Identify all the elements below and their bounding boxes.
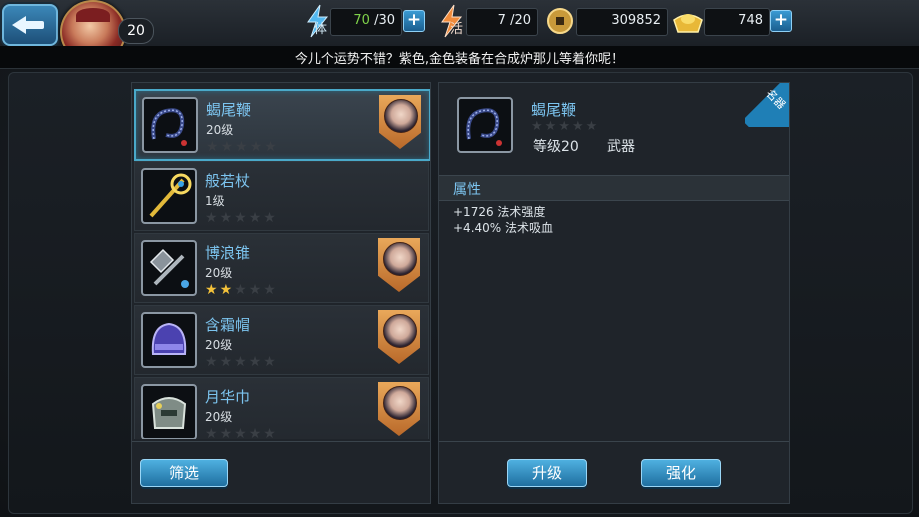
enhance-button[interactable]: 强化 [641, 459, 721, 487]
detail-type: 武器 [607, 139, 635, 155]
whip-icon [457, 97, 513, 153]
coin-box: 309852 [576, 8, 668, 36]
whip-icon [142, 97, 198, 153]
filter-button[interactable]: 筛选 [140, 459, 228, 487]
star-icon: ★ [205, 282, 220, 298]
mace-icon [141, 240, 197, 296]
add-gold-button[interactable]: + [770, 10, 792, 32]
star-icon: ★ [234, 282, 249, 298]
coin-icon [545, 6, 575, 40]
top-bar: 20 体 70 /30 + 活 7 /20 309852 748 + [0, 0, 919, 64]
rarity-label: 名器 [763, 86, 789, 112]
star-icon: ★ [220, 139, 236, 155]
star-rating: ★★★★★ [205, 282, 278, 298]
list-item[interactable]: 蝎尾鞭 20级 ★★★★★ [134, 89, 430, 161]
item-level: 20级 [205, 410, 233, 424]
attribute-line: +4.40% 法术吸血 [453, 221, 553, 235]
star-icon: ★ [263, 210, 278, 226]
equipment-detail-panel: 蝎尾鞭 ★★★★★ 等级20 武器 名器 属性 +1726 法术强度 +4.40… [438, 82, 790, 504]
coin-value: 309852 [611, 13, 661, 28]
equipment-list-panel: 蝎尾鞭 20级 ★★★★★ 般若杖 1级 ★★★★★ 博浪锥 20级 ★★★★★ 含霜帽 20级 ★★… [131, 82, 431, 504]
hero-portrait-badge [378, 382, 420, 436]
item-name: 蝎尾鞭 [206, 101, 252, 119]
list-item[interactable]: 博浪锥 20级 ★★★★★ [134, 233, 429, 303]
detail-level: 等级20 [533, 139, 579, 155]
star-icon: ★ [264, 139, 279, 155]
star-icon: ★ [219, 354, 235, 370]
hero-portrait-badge [379, 95, 421, 149]
stamina-label: 体 [314, 22, 328, 37]
star-icon: ★ [263, 282, 278, 298]
staff-icon [141, 168, 197, 224]
upgrade-button[interactable]: 升级 [507, 459, 587, 487]
attributes-header: 属性 [439, 175, 789, 201]
divider [132, 441, 430, 442]
item-name: 般若杖 [205, 172, 251, 190]
item-name: 含霜帽 [205, 316, 251, 334]
gold-value: 748 [738, 13, 763, 28]
hat-icon [141, 312, 197, 368]
star-icon: ★ [248, 354, 264, 370]
notice-banner: 今儿个运势不错？紫色,金色装备在合成炉那儿等着你呢！ [0, 46, 919, 69]
divider [439, 441, 789, 442]
list-item[interactable]: 月华巾 20级 ★★★★★ [134, 377, 429, 439]
star-icon: ★ [234, 426, 249, 439]
item-level: 1级 [205, 194, 225, 208]
item-name: 月华巾 [205, 388, 251, 406]
star-rating: ★★★★★ [205, 426, 278, 439]
item-level: 20级 [205, 266, 233, 280]
equipment-list[interactable]: 蝎尾鞭 20级 ★★★★★ 般若杖 1级 ★★★★★ 博浪锥 20级 ★★★★★ 含霜帽 20级 ★★… [132, 83, 430, 439]
star-icon: ★ [248, 426, 264, 439]
stamina-box: 70 /30 [330, 8, 402, 36]
star-icon: ★ [248, 210, 264, 226]
star-rating: ★★★★★ [206, 139, 279, 155]
back-button[interactable] [2, 4, 58, 46]
detail-name: 蝎尾鞭 [531, 101, 577, 119]
star-icon: ★ [219, 210, 235, 226]
item-level: 20级 [205, 338, 233, 352]
star-icon: ★ [234, 210, 249, 226]
hero-portrait-badge [378, 238, 420, 292]
star-icon: ★ [219, 426, 235, 439]
star-icon: ★ [263, 426, 278, 439]
vigor-label: 活 [450, 22, 464, 37]
add-stamina-button[interactable]: + [403, 10, 425, 32]
star-icon: ★ [235, 139, 250, 155]
star-rating: ★★★★★ [205, 354, 278, 370]
star-icon: ★ [248, 282, 264, 298]
star-rating: ★★★★★ [205, 210, 278, 226]
star-icon: ★ [206, 139, 221, 155]
helmet-icon [141, 384, 197, 439]
attribute-line: +1726 法术强度 [453, 205, 546, 219]
star-icon: ★ [205, 354, 220, 370]
star-icon: ★ [219, 282, 235, 298]
gold-ingot-icon [672, 6, 703, 40]
item-level: 20级 [206, 123, 234, 137]
star-icon: ★ [234, 354, 249, 370]
star-icon: ★ [263, 354, 278, 370]
hero-portrait-badge [378, 310, 420, 364]
detail-stars: ★★★★★ [531, 119, 600, 134]
list-item[interactable]: 含霜帽 20级 ★★★★★ [134, 305, 429, 375]
attributes-title: 属性 [453, 182, 481, 198]
star-icon: ★ [205, 426, 220, 439]
gold-box: 748 [704, 8, 770, 36]
vigor-value: 7 /20 [497, 13, 531, 28]
rarity-ribbon: 名器 [745, 83, 789, 127]
vigor-box: 7 /20 [466, 8, 538, 36]
list-item[interactable]: 般若杖 1级 ★★★★★ [134, 161, 429, 231]
stamina-value: 70 /30 [353, 13, 395, 28]
player-level: 20 [118, 18, 154, 44]
star-icon: ★ [205, 210, 220, 226]
item-name: 博浪锥 [205, 244, 251, 262]
notice-text: 今儿个运势不错？紫色,金色装备在合成炉那儿等着你呢！ [294, 52, 625, 67]
star-icon: ★ [249, 139, 265, 155]
